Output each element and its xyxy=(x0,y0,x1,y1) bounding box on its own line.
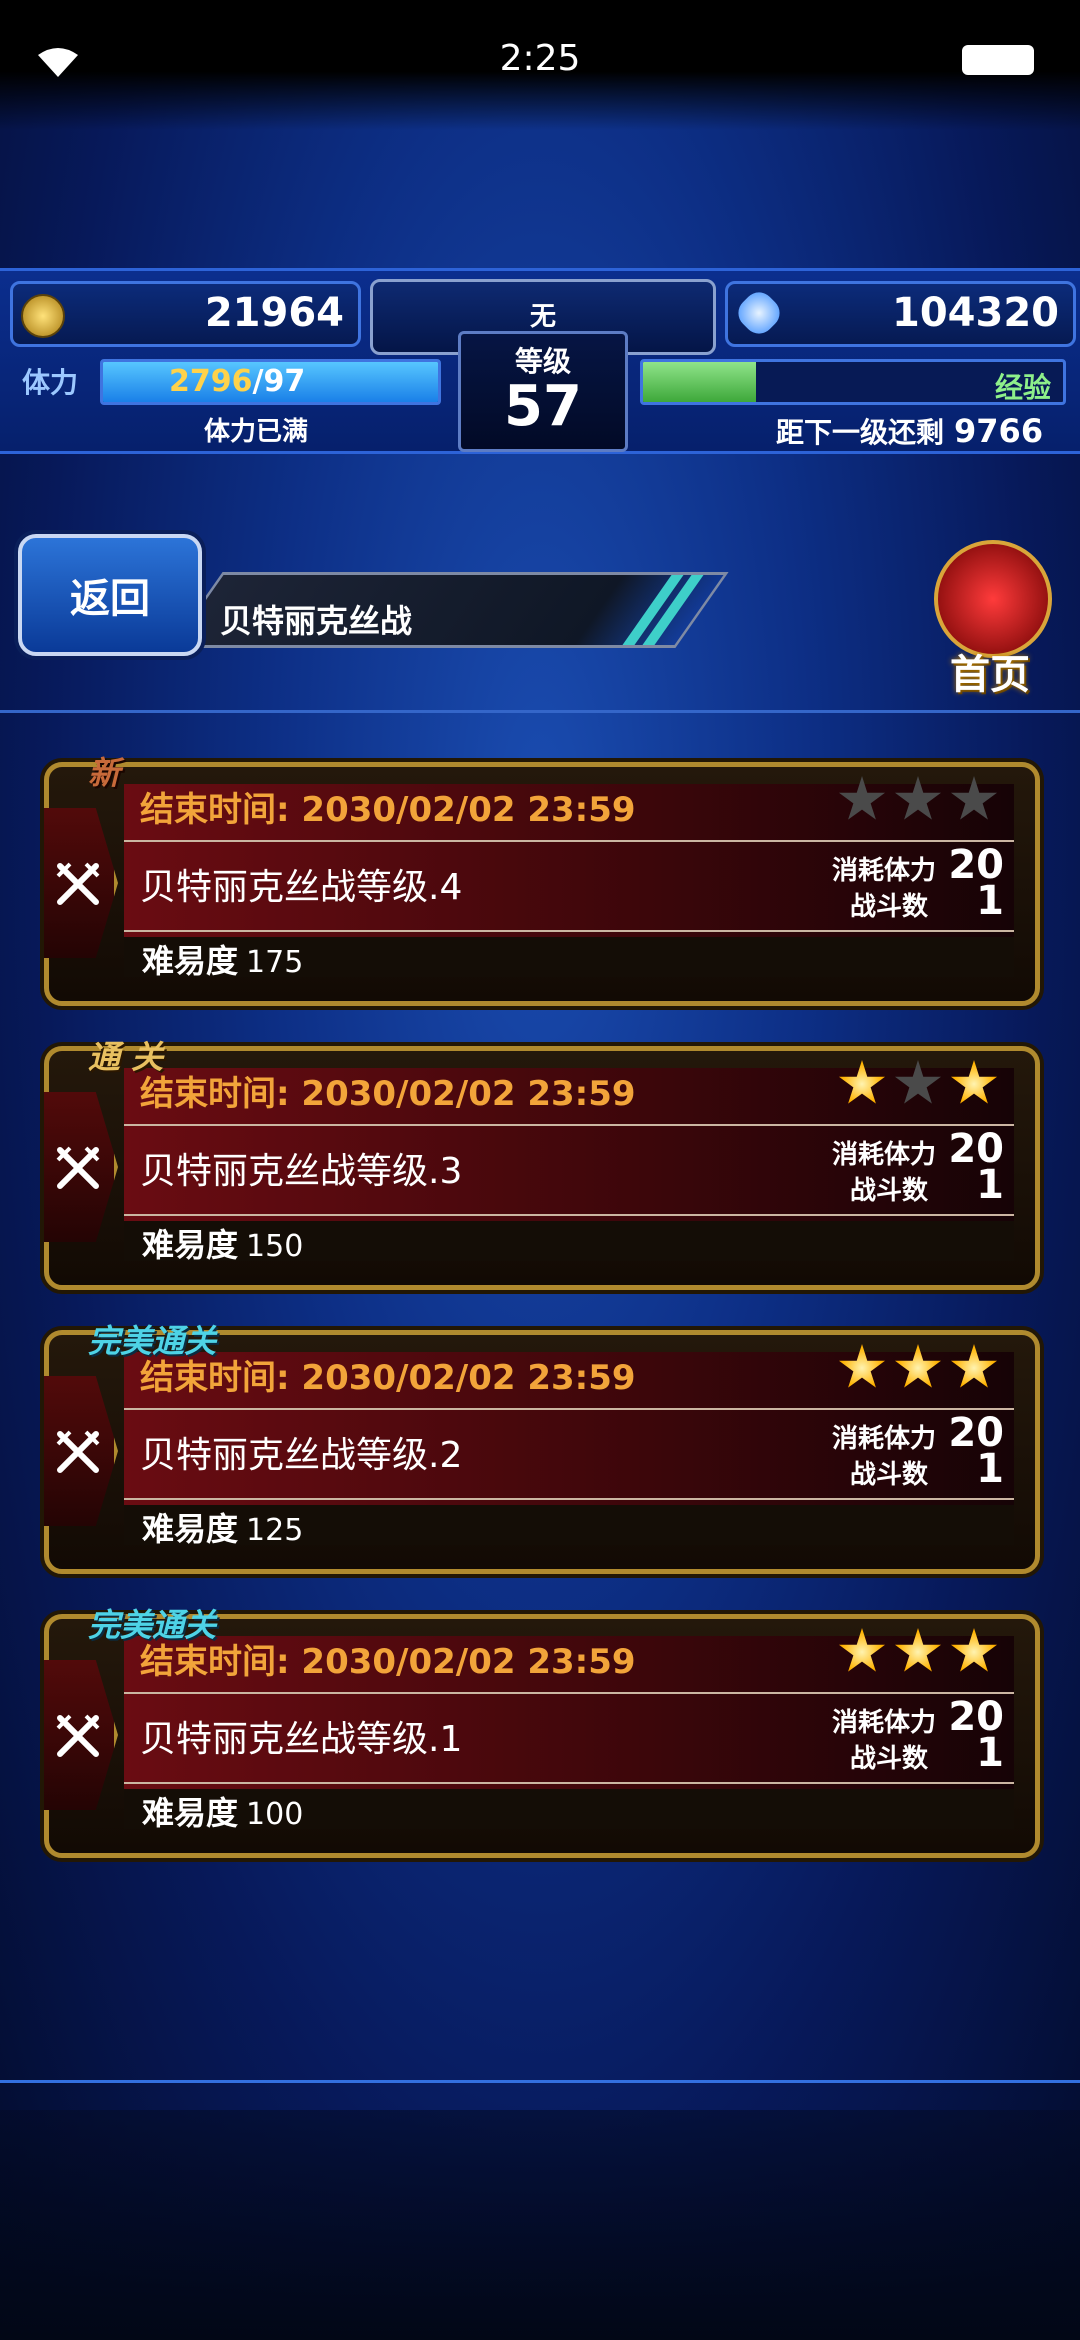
battles-label: 战斗数 xyxy=(850,892,929,922)
battles-label: 战斗数 xyxy=(850,1744,929,1774)
home-label: 首页 xyxy=(950,652,1030,698)
home-emblem-icon xyxy=(934,540,1052,658)
exp-label: 经验 xyxy=(994,371,1051,404)
star-icon xyxy=(838,776,886,820)
stamina-readout: 2796/97 xyxy=(169,364,305,399)
quest-stars xyxy=(838,776,998,824)
stamina-cost-label: 消耗体力 xyxy=(832,1140,937,1170)
back-button[interactable]: 返回 xyxy=(18,534,202,656)
star-icon xyxy=(894,1344,942,1388)
quest-name: 贝特丽克丝战等级.2 xyxy=(140,1435,463,1476)
crystal-gem-icon xyxy=(732,286,786,340)
page-title: 贝特丽克丝战 xyxy=(220,602,413,640)
difficulty-label: 难易度 xyxy=(142,1226,239,1264)
star-icon xyxy=(950,1628,998,1672)
gem-value: 104320 xyxy=(892,290,1059,336)
quest-end-time: 结束时间: 2030/02/02 23:59 xyxy=(140,1358,636,1398)
stamina-cost-label: 消耗体力 xyxy=(832,1424,937,1454)
star-icon xyxy=(838,1060,886,1104)
quest-difficulty: 难易度 150 xyxy=(142,1220,303,1266)
card-divider xyxy=(124,840,1014,842)
stamina-cost-label: 消耗体力 xyxy=(832,1708,937,1738)
quest-difficulty: 难易度 125 xyxy=(142,1504,303,1550)
back-label: 返回 xyxy=(70,576,150,622)
rank-title: 无 xyxy=(529,302,556,332)
stamina-max: /97 xyxy=(252,364,306,399)
battles-value: 1 xyxy=(976,878,1004,924)
quest-card[interactable]: 新 结束时间: 2030/02/02 23:59 贝特丽克丝战等级.4 消耗体力… xyxy=(44,754,1040,1006)
player-hud: 21964 无 等级 57 104320 体力 2796/97 体力已满 经验 … xyxy=(0,268,1080,454)
card-divider xyxy=(124,930,1014,932)
card-divider xyxy=(124,1214,1014,1216)
crossed-swords-icon xyxy=(56,862,100,905)
difficulty-label: 难易度 xyxy=(142,1510,239,1548)
quest-status-tag: 新 xyxy=(88,754,121,792)
crossed-swords-icon xyxy=(56,1146,100,1189)
exp-remaining-label: 距下一级还剩 xyxy=(776,416,945,449)
star-icon xyxy=(894,1628,942,1672)
battles-value: 1 xyxy=(976,1730,1004,1776)
difficulty-value: 175 xyxy=(246,945,304,980)
quest-name: 贝特丽克丝战等级.4 xyxy=(140,867,463,908)
card-divider xyxy=(124,1782,1014,1784)
gil-coin-icon xyxy=(21,294,65,338)
star-icon xyxy=(950,1344,998,1388)
quest-end-time: 结束时间: 2030/02/02 23:59 xyxy=(140,1074,636,1114)
difficulty-value: 100 xyxy=(246,1797,304,1832)
gold-counter: 21964 xyxy=(10,281,361,347)
star-icon xyxy=(894,1060,942,1104)
star-icon xyxy=(838,1344,886,1388)
stamina-status: 体力已满 xyxy=(204,417,309,447)
quest-end-time: 结束时间: 2030/02/02 23:59 xyxy=(140,790,636,830)
battles-label: 战斗数 xyxy=(850,1176,929,1206)
card-divider xyxy=(124,1124,1014,1126)
difficulty-value: 125 xyxy=(246,1513,304,1548)
quest-difficulty: 难易度 175 xyxy=(142,936,303,982)
stamina-current: 2796 xyxy=(169,364,253,399)
quest-stars xyxy=(838,1344,998,1392)
bottom-band xyxy=(0,2110,1080,2340)
bottom-divider xyxy=(0,2080,1080,2083)
quest-card[interactable]: 通 关 结束时间: 2030/02/02 23:59 贝特丽克丝战等级.3 消耗… xyxy=(44,1038,1040,1290)
star-icon xyxy=(894,776,942,820)
stamina-cost-label: 消耗体力 xyxy=(832,856,937,886)
quest-end-time: 结束时间: 2030/02/02 23:59 xyxy=(140,1642,636,1682)
level-badge: 等级 57 xyxy=(458,331,628,452)
level-value: 57 xyxy=(504,374,582,439)
battles-label: 战斗数 xyxy=(850,1460,929,1490)
battles-value: 1 xyxy=(976,1446,1004,1492)
star-icon xyxy=(950,1060,998,1104)
difficulty-value: 150 xyxy=(246,1229,304,1264)
crossed-swords-icon xyxy=(56,1430,100,1473)
quest-stars xyxy=(838,1628,998,1676)
card-divider xyxy=(124,1498,1014,1500)
exp-remaining-value: 9766 xyxy=(954,412,1044,450)
quest-difficulty: 难易度 100 xyxy=(142,1788,303,1834)
star-icon xyxy=(838,1628,886,1672)
exp-bar: 经验 xyxy=(640,359,1066,405)
star-icon xyxy=(950,776,998,820)
status-bar: 2:25 xyxy=(0,0,1080,130)
quest-name: 贝特丽克丝战等级.1 xyxy=(140,1719,463,1760)
quest-card[interactable]: 完美通关 结束时间: 2030/02/02 23:59 贝特丽克丝战等级.2 消… xyxy=(44,1322,1040,1574)
battery-icon xyxy=(962,45,1034,75)
quest-stars xyxy=(838,1060,998,1108)
exp-remaining: 距下一级还剩 9766 xyxy=(776,411,1043,451)
stamina-bar: 2796/97 xyxy=(100,359,441,405)
card-divider xyxy=(124,1408,1014,1410)
stamina-label: 体力 xyxy=(22,366,79,399)
quest-card[interactable]: 完美通关 结束时间: 2030/02/02 23:59 贝特丽克丝战等级.1 消… xyxy=(44,1606,1040,1858)
crossed-swords-icon xyxy=(56,1714,100,1757)
gem-counter: 104320 xyxy=(725,281,1076,347)
difficulty-label: 难易度 xyxy=(142,942,239,980)
exp-fill xyxy=(643,362,757,402)
quest-name: 贝特丽克丝战等级.3 xyxy=(140,1151,463,1192)
header-divider xyxy=(0,710,1080,713)
battles-value: 1 xyxy=(976,1162,1004,1208)
home-button[interactable]: 首页 xyxy=(910,540,1070,698)
gold-value: 21964 xyxy=(204,290,344,336)
clock: 2:25 xyxy=(499,38,581,79)
card-divider xyxy=(124,1692,1014,1694)
difficulty-label: 难易度 xyxy=(142,1794,239,1832)
